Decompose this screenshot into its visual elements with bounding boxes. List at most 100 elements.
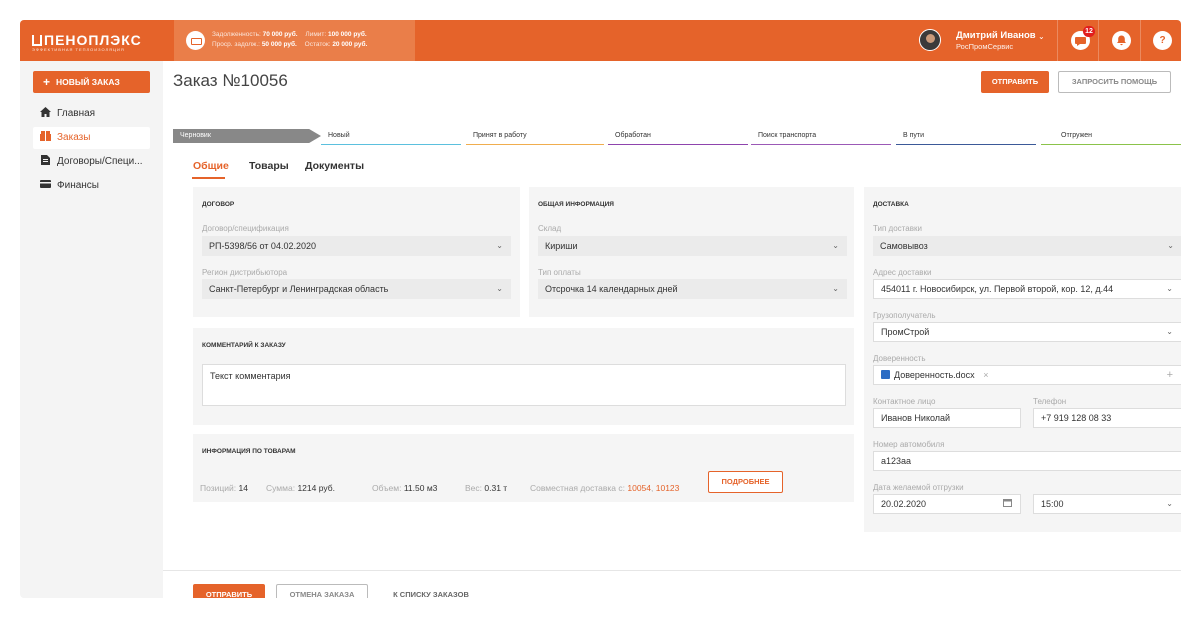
consignee-select[interactable]: ПромСтрой ⌄ <box>873 322 1181 342</box>
new-order-button[interactable]: + НОВЫЙ ЗАКАЗ <box>33 71 150 93</box>
back-to-orders-link[interactable]: К СПИСКУ ЗАКАЗОВ <box>379 584 483 598</box>
chevron-down-icon: ⌄ <box>496 241 503 250</box>
select-value: Самовывоз <box>880 241 928 251</box>
volume-value: 11.50 м3 <box>403 483 438 493</box>
proxy-field[interactable]: Доверенность.docx × + <box>873 365 1181 385</box>
sidebar: + НОВЫЙ ЗАКАЗ Главная Заказы Договоры/Спе… <box>20 61 163 598</box>
warehouse-label: Склад <box>538 224 562 233</box>
chevron-down-icon[interactable]: ⌄ <box>1038 32 1045 41</box>
remaining-value: 20 000 руб. <box>332 41 368 48</box>
limit-value: 100 000 руб. <box>328 31 367 38</box>
logo-subtitle: ЭФФЕКТИВНАЯ ТЕПЛОИЗОЛЯЦИЯ <box>32 47 125 52</box>
help-icon[interactable]: ? <box>1153 31 1172 50</box>
step-bar <box>751 143 891 145</box>
warehouse-select[interactable]: Кириши ⌄ <box>538 236 847 256</box>
active-tab-indicator <box>192 177 225 179</box>
step-bar <box>466 143 604 145</box>
tab-goods[interactable]: Товары <box>249 160 289 172</box>
step-new: Новый <box>321 129 461 145</box>
credit-line-1: Задолженность: 70 000 руб. Лимит: 100 00… <box>212 31 373 38</box>
shipment-date-input[interactable]: 20.02.2020 <box>873 494 1021 514</box>
user-name[interactable]: Дмитрий Иванов <box>956 30 1036 41</box>
overdue-value: 50 000 руб. <box>261 41 297 48</box>
step-accepted: Принят в работу <box>466 129 604 145</box>
contract-spec-select[interactable]: РП-5398/56 от 04.02.2020 ⌄ <box>202 236 511 256</box>
delivery-type-select[interactable]: Самовывоз ⌄ <box>873 236 1181 256</box>
panel-title: ДОГОВОР <box>202 201 235 208</box>
panel-title: ИНФОРМАЦИЯ ПО ТОВАРАМ <box>202 448 296 455</box>
calendar-icon[interactable] <box>1003 495 1012 513</box>
chevron-down-icon: ⌄ <box>1167 241 1174 250</box>
distributor-region-select[interactable]: Санкт-Петербург и Ленинградская область ⌄ <box>202 279 511 299</box>
proxy-label: Доверенность <box>873 354 926 363</box>
phone-input[interactable]: +7 919 128 08 33 <box>1033 408 1181 428</box>
sidebar-item-orders[interactable]: Заказы <box>33 127 150 149</box>
comment-textarea[interactable]: Текст комментария <box>202 364 846 406</box>
step-shipped: Отгружен <box>1041 129 1181 145</box>
sidebar-item-label: Финансы <box>57 180 99 191</box>
chevron-down-icon: ⌄ <box>1166 499 1173 508</box>
weight-label: Вес: <box>465 483 483 493</box>
sidebar-item-finance[interactable]: Финансы <box>33 175 150 197</box>
panel-title: ОБЩАЯ ИНФОРМАЦИЯ <box>538 201 614 208</box>
page-title: Заказ №10056 <box>173 71 288 90</box>
shipment-time-select[interactable]: 15:00 ⌄ <box>1033 494 1181 514</box>
request-help-button[interactable]: ЗАПРОСИТЬ ПОМОЩЬ <box>1058 71 1171 93</box>
add-file-icon[interactable]: + <box>1167 366 1173 384</box>
time-value: 15:00 <box>1041 499 1064 509</box>
cancel-order-button[interactable]: ОТМЕНА ЗАКАЗА <box>276 584 368 598</box>
sidebar-item-home[interactable]: Главная <box>33 103 150 125</box>
positions-value: 14 <box>238 483 248 493</box>
sidebar-item-label: Договоры/Специ... <box>57 156 143 167</box>
car-number-input[interactable]: а123аа <box>873 451 1181 471</box>
home-icon <box>40 104 51 117</box>
proxy-file-name[interactable]: Доверенность.docx <box>894 370 975 380</box>
header-divider <box>1140 20 1141 61</box>
contract-spec-label: Договор/спецификация <box>202 224 289 233</box>
document-icon <box>40 152 51 165</box>
car-number-label: Номер автомобиля <box>873 440 945 449</box>
select-value: Отсрочка 14 календарных дней <box>545 284 678 294</box>
top-header: ПЕНОПЛЭКС ЭФФЕКТИВНАЯ ТЕПЛОИЗОЛЯЦИЯ Задо… <box>20 20 1181 61</box>
comment-panel: КОММЕНТАРИЙ К ЗАКАЗУ Текст комментария <box>193 328 854 425</box>
delivery-panel: ДОСТАВКА Тип доставки Самовывоз ⌄ Адрес д… <box>864 187 1181 532</box>
debt-label: Задолженность: <box>212 31 261 38</box>
joint-order-link[interactable]: 10054 <box>627 483 651 493</box>
delivery-address-select[interactable]: 454011 г. Новосибирск, ул. Первой второй… <box>873 279 1181 299</box>
new-order-label: НОВЫЙ ЗАКАЗ <box>56 77 120 87</box>
delivery-address-label: Адрес доставки <box>873 268 932 277</box>
contact-person-input[interactable]: Иванов Николай <box>873 408 1021 428</box>
sidebar-item-contracts[interactable]: Договоры/Специ... <box>33 151 150 173</box>
step-processed: Обработан <box>608 129 748 145</box>
details-button[interactable]: ПОДРОБНЕЕ <box>708 471 783 493</box>
joint-order-link[interactable]: 10123 <box>656 483 680 493</box>
tab-general[interactable]: Общие <box>193 160 229 172</box>
logo-text: ПЕНОПЛЭКС <box>44 32 142 48</box>
header-divider <box>1057 20 1058 61</box>
messages-count-badge: 12 <box>1083 26 1095 37</box>
sum-value: 1214 руб. <box>297 483 335 493</box>
tab-documents[interactable]: Документы <box>305 160 364 172</box>
general-info-panel: ОБЩАЯ ИНФОРМАЦИЯ Склад Кириши ⌄ Тип оплат… <box>529 187 854 317</box>
consignee-label: Грузополучатель <box>873 311 936 320</box>
step-bar <box>321 143 461 145</box>
footer-send-button[interactable]: ОТПРАВИТЬ <box>193 584 265 598</box>
select-value: ПромСтрой <box>881 327 930 337</box>
chevron-down-icon: ⌄ <box>496 284 503 293</box>
select-value: РП-5398/56 от 04.02.2020 <box>209 241 316 251</box>
contract-panel: ДОГОВОР Договор/спецификация РП-5398/56 … <box>193 187 520 317</box>
payment-type-select[interactable]: Отсрочка 14 календарных дней ⌄ <box>538 279 847 299</box>
avatar[interactable] <box>919 29 941 51</box>
bell-icon[interactable] <box>1112 31 1131 50</box>
remove-file-icon[interactable]: × <box>983 370 988 380</box>
sidebar-item-label: Заказы <box>57 132 91 143</box>
step-bar <box>608 143 748 145</box>
logo[interactable]: ПЕНОПЛЭКС <box>32 32 142 48</box>
weight-value: 0.31 т <box>484 483 508 493</box>
footer-divider <box>163 570 1181 571</box>
chevron-down-icon: ⌄ <box>832 284 839 293</box>
send-button[interactable]: ОТПРАВИТЬ <box>981 71 1049 93</box>
step-label: Черновик <box>180 132 211 139</box>
main-content: Заказ №10056 ОТПРАВИТЬ ЗАПРОСИТЬ ПОМОЩЬ … <box>163 61 1181 598</box>
sum-label: Сумма: <box>266 483 296 493</box>
